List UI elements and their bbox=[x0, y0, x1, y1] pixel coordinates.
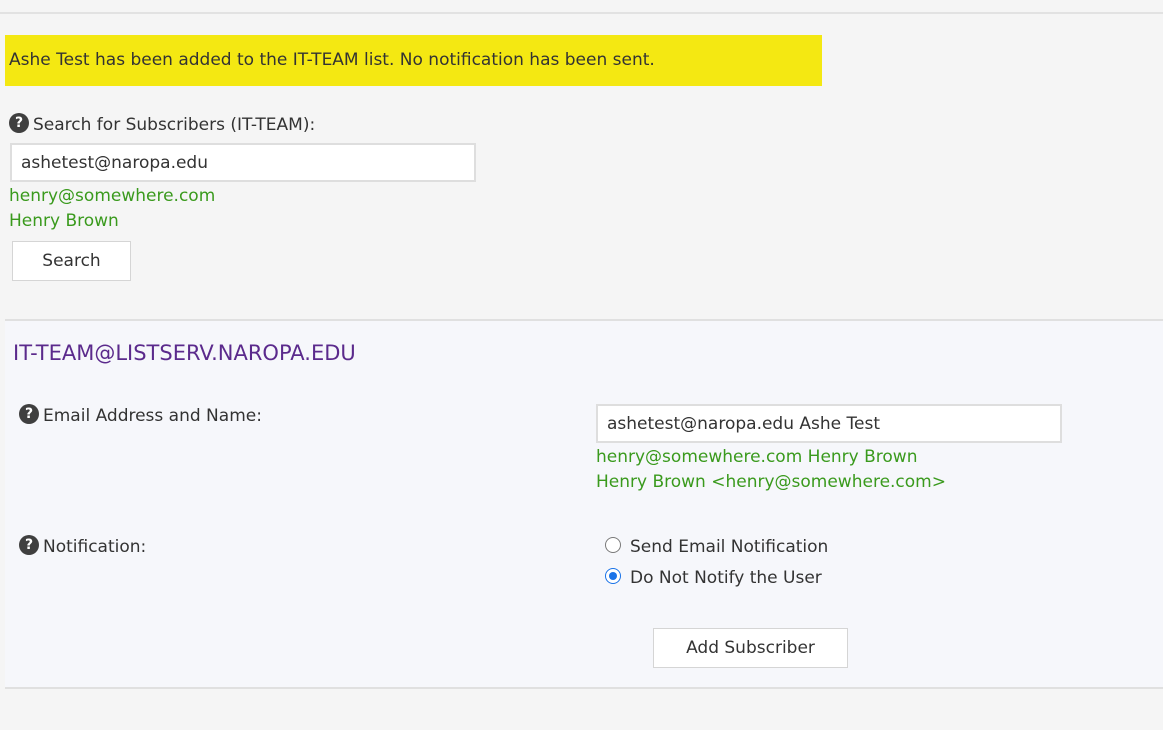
search-label-text: Search for Subscribers (IT-TEAM): bbox=[33, 115, 316, 135]
list-title: IT-TEAM@LISTSERV.NAROPA.EDU bbox=[13, 341, 356, 365]
search-hint-email: henry@somewhere.com bbox=[9, 186, 216, 206]
notification-label: ? Notification: bbox=[19, 535, 146, 559]
help-icon[interactable]: ? bbox=[19, 535, 39, 555]
radio-label: Do Not Notify the User bbox=[630, 568, 822, 588]
radio-do-not-notify[interactable]: Do Not Notify the User bbox=[605, 566, 822, 590]
radio-send-notification[interactable]: Send Email Notification bbox=[605, 535, 828, 559]
add-subscriber-button[interactable]: Add Subscriber bbox=[653, 628, 848, 668]
radio-button-selected[interactable] bbox=[605, 568, 621, 584]
email-field-label-text: Email Address and Name: bbox=[43, 406, 262, 426]
search-input[interactable] bbox=[10, 143, 476, 182]
search-label: ? Search for Subscribers (IT-TEAM): bbox=[9, 113, 315, 137]
email-name-input[interactable] bbox=[596, 404, 1062, 443]
help-icon[interactable]: ? bbox=[9, 113, 29, 133]
email-hint-format-2: Henry Brown <henry@somewhere.com> bbox=[596, 472, 946, 492]
search-button[interactable]: Search bbox=[12, 241, 131, 281]
help-icon[interactable]: ? bbox=[19, 404, 39, 424]
radio-button[interactable] bbox=[605, 537, 621, 553]
radio-label: Send Email Notification bbox=[630, 537, 829, 557]
search-hint-name: Henry Brown bbox=[9, 211, 119, 231]
status-notice: Ashe Test has been added to the IT-TEAM … bbox=[5, 35, 822, 86]
top-divider bbox=[0, 12, 1163, 14]
add-subscriber-panel: IT-TEAM@LISTSERV.NAROPA.EDU ? Email Addre… bbox=[5, 319, 1163, 689]
email-field-label: ? Email Address and Name: bbox=[19, 404, 262, 428]
email-hint-format-1: henry@somewhere.com Henry Brown bbox=[596, 447, 918, 467]
notification-label-text: Notification: bbox=[43, 537, 147, 557]
